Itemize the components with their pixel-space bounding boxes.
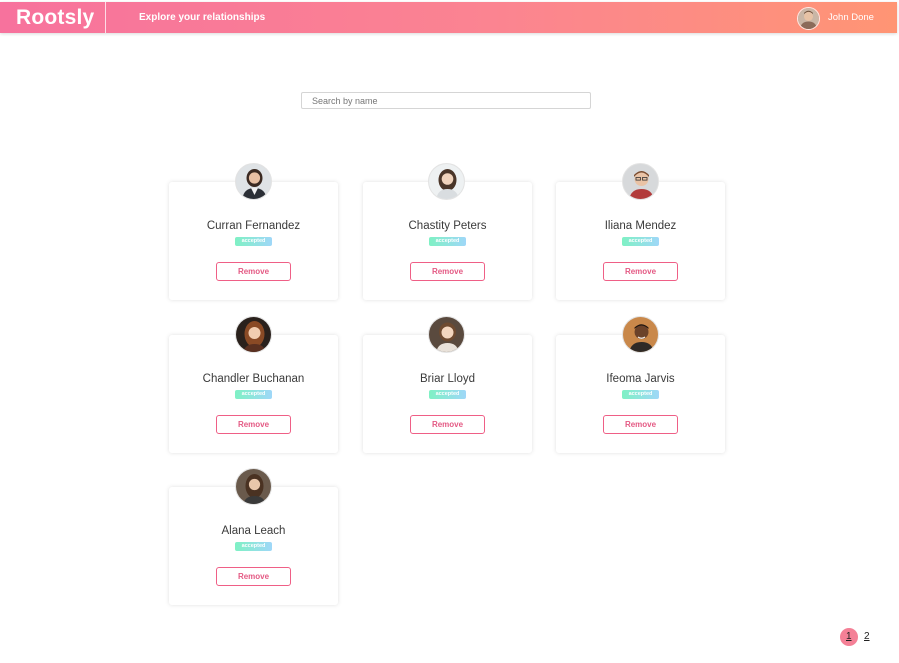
search-input[interactable]: [301, 92, 591, 109]
status-badge: accepted: [235, 390, 272, 399]
avatar: [622, 316, 659, 353]
remove-button[interactable]: Remove: [216, 567, 291, 586]
user-avatar-icon: [798, 8, 819, 29]
top-navbar: Rootsly Explore your relationships John …: [0, 2, 897, 33]
connection-name: Chandler Buchanan: [202, 373, 305, 385]
avatar: [235, 316, 272, 353]
remove-button[interactable]: Remove: [603, 262, 678, 281]
remove-button[interactable]: Remove: [216, 415, 291, 434]
status-badge: accepted: [235, 237, 272, 246]
avatar: [428, 163, 465, 200]
pagination-page-1[interactable]: 1: [846, 631, 852, 642]
connection-name: Chastity Peters: [408, 220, 487, 232]
connection-name: Curran Fernandez: [206, 220, 301, 232]
avatar: [622, 163, 659, 200]
avatar: [428, 316, 465, 353]
remove-button[interactable]: Remove: [603, 415, 678, 434]
avatar: [235, 468, 272, 505]
connection-name: Briar Lloyd: [420, 373, 475, 385]
remove-button[interactable]: Remove: [216, 262, 291, 281]
status-badge: accepted: [429, 390, 466, 399]
user-name[interactable]: John Done: [828, 12, 874, 23]
status-badge: accepted: [622, 390, 659, 399]
status-badge: accepted: [429, 237, 466, 246]
page-tagline: Explore your relationships: [139, 12, 266, 23]
pagination-page-2[interactable]: 2: [864, 631, 870, 642]
status-badge: accepted: [235, 542, 272, 551]
remove-button[interactable]: Remove: [410, 415, 485, 434]
connection-name: Iliana Mendez: [604, 220, 677, 232]
avatar: [235, 163, 272, 200]
status-badge: accepted: [622, 237, 659, 246]
header-divider: [105, 2, 106, 33]
remove-button[interactable]: Remove: [410, 262, 485, 281]
user-avatar[interactable]: [797, 7, 820, 30]
brand-logo[interactable]: Rootsly: [16, 6, 94, 30]
connection-name: Alana Leach: [221, 525, 286, 537]
connection-name: Ifeoma Jarvis: [606, 373, 675, 385]
